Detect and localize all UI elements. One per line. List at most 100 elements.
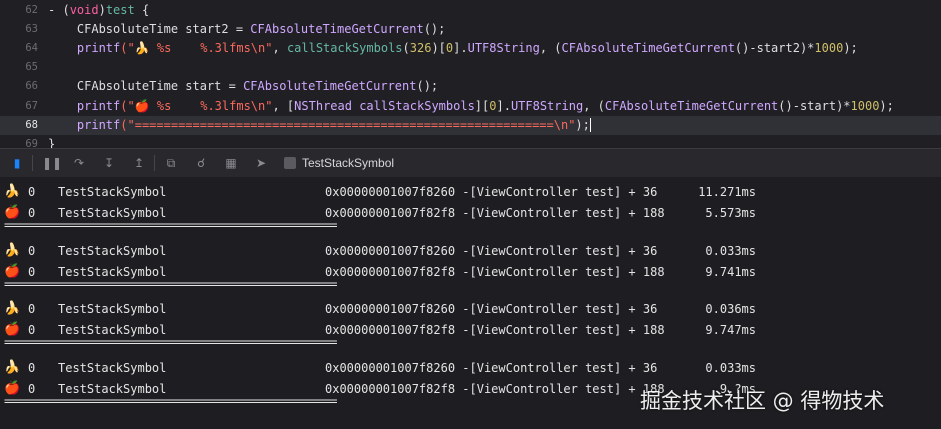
breakpoint-toggle-icon[interactable]: ▮ bbox=[10, 156, 24, 170]
code-text: CFAbsoluteTime start2 = CFAbsoluteTimeGe… bbox=[48, 20, 445, 40]
code-token: CFAbsoluteTimeGetCurrent bbox=[250, 22, 424, 37]
code-text: printf("🍌 %s %.3lfms\n", callStackSymbol… bbox=[48, 39, 858, 59]
code-token: 326 bbox=[409, 41, 432, 56]
line-number[interactable]: 63 bbox=[0, 20, 38, 40]
console-log-row: 🍌 0 TestStackSymbol 0x00000001007f8260 -[Vi… bbox=[0, 299, 941, 319]
code-token: callStackSymbols bbox=[359, 98, 475, 113]
code-token: CFAbsoluteTime start2 = bbox=[48, 22, 251, 37]
watermark: 掘金技术社区 @ 得物技术 bbox=[640, 389, 885, 413]
target-label[interactable]: TestStackSymbol bbox=[302, 149, 394, 177]
code-token: NSThread bbox=[294, 98, 352, 113]
line-number[interactable]: 66 bbox=[0, 77, 38, 97]
module-name: TestStackSymbol bbox=[58, 302, 167, 316]
memory-graph-icon[interactable]: ☌ bbox=[194, 156, 208, 170]
code-line[interactable]: 64 printf("🍌 %s %.3lfms\n", callStackSym… bbox=[0, 39, 941, 59]
module-name: TestStackSymbol bbox=[58, 185, 167, 199]
code-token: 1000 bbox=[850, 98, 880, 113]
frame-index: 0 bbox=[28, 243, 36, 258]
line-number[interactable]: 62 bbox=[0, 1, 38, 21]
code-token: UTF8String bbox=[510, 98, 584, 113]
debug-toolbar: ▮ ❚❚ ↷ ↧ ↥ ⧉ ☌ ▦ ➤ TestStackSymbol bbox=[0, 148, 941, 178]
code-token: ); bbox=[879, 98, 894, 113]
code-token: ) bbox=[98, 3, 106, 17]
module-name: TestStackSymbol bbox=[58, 243, 167, 258]
code-token: ("🍎 %s %.3lfms\n" bbox=[120, 98, 273, 113]
module-name: TestStackSymbol bbox=[58, 360, 167, 375]
text-cursor bbox=[589, 118, 591, 133]
line-number[interactable]: 65 bbox=[0, 58, 38, 78]
step-into-icon[interactable]: ↧ bbox=[102, 156, 116, 170]
code-token: printf bbox=[76, 41, 121, 56]
frame-index: 0 bbox=[28, 360, 36, 375]
code-token: (); bbox=[423, 22, 446, 37]
frame-index: 0 bbox=[28, 302, 36, 316]
code-line[interactable]: 66 CFAbsoluteTime start = CFAbsoluteTime… bbox=[0, 77, 941, 97]
step-out-icon[interactable]: ↥ bbox=[132, 156, 146, 170]
console-log-row: 🍌 0 TestStackSymbol 0x00000001007f8260 -[Vi… bbox=[0, 182, 941, 202]
code-token: , bbox=[272, 41, 287, 56]
code-token: , ( bbox=[583, 98, 605, 113]
environment-overrides-icon[interactable]: ▦ bbox=[224, 156, 238, 170]
console-separator: ========================================… bbox=[4, 335, 338, 349]
elapsed-time: 0.033ms bbox=[705, 243, 756, 258]
code-line[interactable]: 63 CFAbsoluteTime start2 = CFAbsoluteTim… bbox=[0, 20, 941, 40]
console-log-row: 🍌 0 TestStackSymbol 0x00000001007f8260 -[Vi… bbox=[0, 358, 941, 378]
code-token: , ( bbox=[539, 41, 562, 56]
code-token: printf bbox=[76, 117, 121, 132]
code-text: printf("🍎 %s %.3lfms\n", [NSThread callS… bbox=[48, 97, 894, 117]
symbol-address: 0x00000001007f8260 -[ViewController test… bbox=[325, 185, 658, 199]
code-line[interactable]: 68 printf("=============================… bbox=[0, 115, 941, 136]
code-editor[interactable]: 62- (void)test {63 CFAbsoluteTime start2… bbox=[0, 0, 941, 151]
code-token: ("======================================… bbox=[120, 117, 576, 132]
code-token: test bbox=[105, 3, 135, 17]
debug-view-hierarchy-icon[interactable]: ⧉ bbox=[164, 156, 178, 170]
elapsed-time: 9.747ms bbox=[705, 323, 756, 337]
code-token: CFAbsoluteTimeGetCurrent bbox=[243, 79, 417, 94]
code-token: )[ bbox=[431, 41, 446, 56]
code-token: ("🍌 %s %.3lfms\n" bbox=[120, 41, 273, 56]
code-text: printf("================================… bbox=[48, 116, 591, 136]
console-separator: ========================================… bbox=[4, 276, 338, 291]
code-token: ()-start)* bbox=[778, 98, 851, 113]
toolbar-divider bbox=[32, 155, 33, 171]
emoji-icon: 🍌 bbox=[4, 184, 21, 199]
line-number[interactable]: 68 bbox=[0, 116, 38, 136]
code-token: printf bbox=[76, 98, 121, 113]
code-line[interactable]: 62 - (void)test { bbox=[0, 1, 941, 21]
emoji-icon: 🍌 bbox=[4, 359, 21, 375]
code-line[interactable]: 65 bbox=[0, 58, 941, 78]
code-token: ); bbox=[843, 41, 858, 56]
simulate-location-icon[interactable]: ➤ bbox=[254, 156, 268, 170]
code-token: callStackSymbols bbox=[286, 41, 403, 56]
line-number[interactable]: 67 bbox=[0, 97, 38, 117]
symbol-address: 0x00000001007f8260 -[ViewController test… bbox=[325, 302, 658, 316]
pause-icon[interactable]: ❚❚ bbox=[42, 156, 62, 170]
elapsed-time: 0.033ms bbox=[705, 360, 756, 375]
target-app-icon bbox=[284, 157, 296, 169]
elapsed-time: 11.271ms bbox=[698, 185, 756, 199]
elapsed-time: 0.036ms bbox=[705, 302, 756, 316]
code-token: CFAbsoluteTime start = bbox=[48, 79, 244, 94]
code-token: ()-start2)* bbox=[734, 41, 815, 56]
emoji-icon: 🍌 bbox=[4, 242, 21, 258]
step-over-icon[interactable]: ↷ bbox=[72, 156, 86, 170]
code-token: ]. bbox=[453, 41, 468, 56]
line-number[interactable]: 64 bbox=[0, 39, 38, 59]
toolbar-divider bbox=[154, 155, 155, 171]
code-token: ( bbox=[402, 41, 410, 56]
console-separator: ========================================… bbox=[4, 393, 338, 408]
elapsed-time: 9.741ms bbox=[705, 264, 756, 279]
code-token: , [ bbox=[272, 98, 295, 113]
console-separator: ========================================… bbox=[4, 218, 338, 232]
code-token: ]. bbox=[496, 98, 511, 113]
code-token: ); bbox=[575, 117, 590, 132]
code-token: UTF8String bbox=[467, 41, 540, 56]
code-line[interactable]: 67 printf("🍎 %s %.3lfms\n", [NSThread ca… bbox=[0, 97, 941, 117]
console-log-row: 🍌 0 TestStackSymbol 0x00000001007f8260 -[Vi… bbox=[0, 241, 941, 261]
frame-index: 0 bbox=[28, 185, 36, 199]
elapsed-time: 5.573ms bbox=[705, 206, 756, 220]
code-token: 1000 bbox=[814, 41, 844, 56]
code-token: ][ bbox=[474, 98, 490, 113]
